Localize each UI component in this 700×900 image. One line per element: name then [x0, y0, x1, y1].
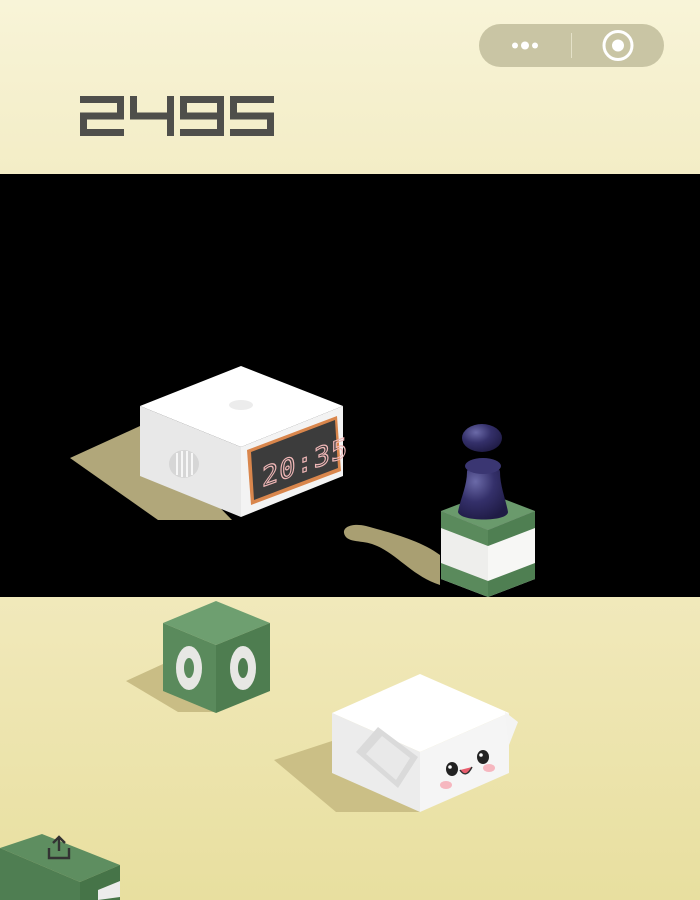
game-scene: 20:35	[0, 366, 535, 900]
player-piece	[458, 424, 508, 520]
cat-box	[274, 674, 518, 812]
share-upload-icon	[47, 835, 71, 860]
cat-cheek-right	[483, 764, 495, 772]
clock-button	[229, 400, 253, 410]
cat-eye-left	[446, 762, 458, 776]
player-head	[462, 424, 502, 452]
cat-eye-right	[477, 750, 489, 764]
share-button[interactable]	[44, 834, 74, 862]
cat-cheek-left	[440, 781, 452, 789]
clock-block: 20:35	[70, 366, 349, 520]
green-cube	[126, 601, 270, 713]
target-block-shadow	[343, 524, 440, 585]
speaker-grill	[169, 450, 199, 478]
